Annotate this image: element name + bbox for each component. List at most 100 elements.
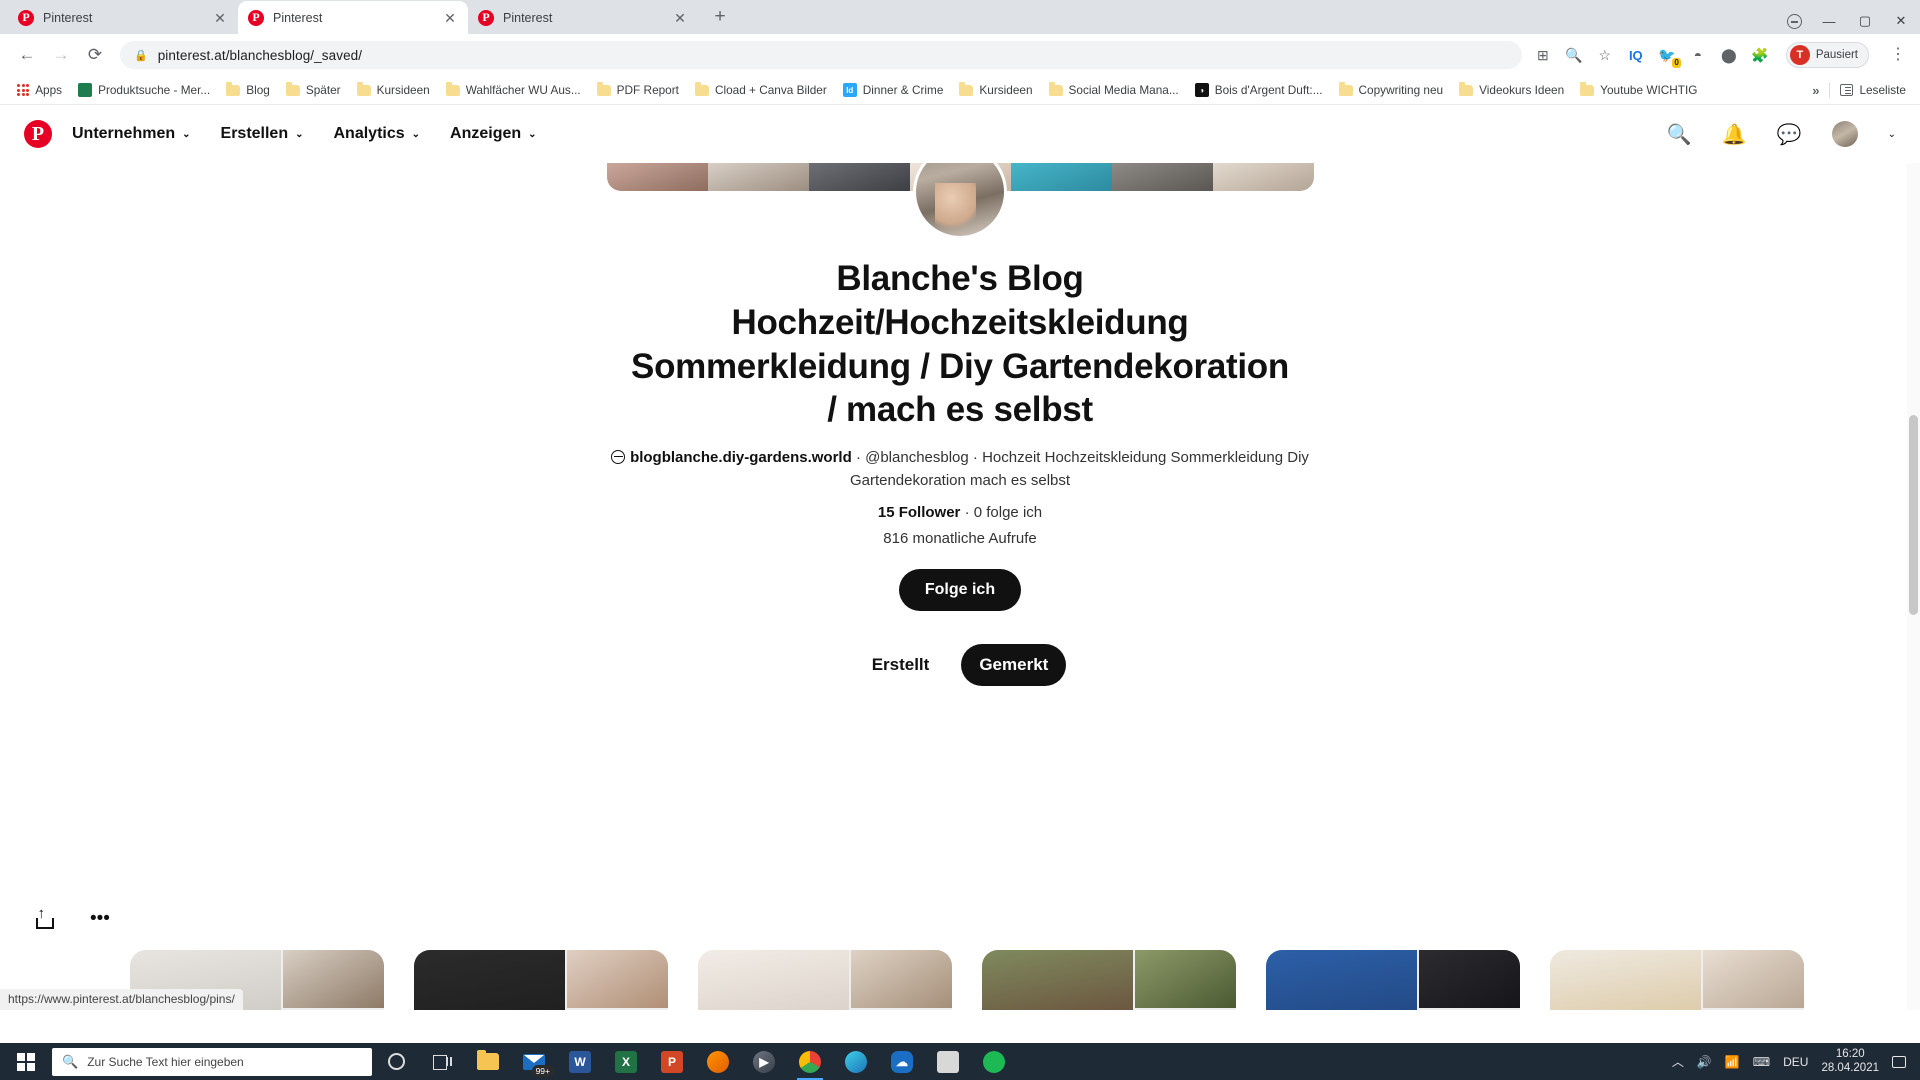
- wifi-icon[interactable]: 📶: [1725, 1055, 1740, 1069]
- puzzle-extension-icon[interactable]: 🧩: [1751, 45, 1769, 65]
- iq-extension-icon[interactable]: IQ: [1627, 45, 1645, 65]
- nav-item-anzeigen[interactable]: Anzeigen ⌄: [450, 125, 537, 143]
- browser-tab[interactable]: P Pinterest ✕: [8, 1, 238, 34]
- spotify-button[interactable]: [972, 1043, 1016, 1080]
- bookmark-item[interactable]: Wahlfächer WU Aus...: [439, 80, 588, 100]
- board-card[interactable]: Hochzeit 372 Pins: [414, 950, 668, 1010]
- bookmark-apps[interactable]: Apps: [10, 80, 69, 100]
- bookmark-item[interactable]: Blog: [219, 80, 277, 100]
- start-button[interactable]: [6, 1043, 46, 1080]
- close-icon[interactable]: ✕: [212, 11, 228, 25]
- chevron-down-icon[interactable]: ⌄: [1888, 129, 1896, 140]
- bookmark-item[interactable]: Social Media Mana...: [1042, 80, 1186, 100]
- chrome-menu-icon[interactable]: ⋮: [1890, 47, 1906, 63]
- grey-extension-icon[interactable]: ⬤: [1720, 45, 1738, 65]
- tray-chevron-icon[interactable]: ︿: [1672, 1053, 1684, 1070]
- following-count[interactable]: 0 folge ich: [974, 504, 1042, 521]
- bookmark-item[interactable]: Kursideen: [952, 80, 1039, 100]
- edge-button[interactable]: [834, 1043, 878, 1080]
- profile-website[interactable]: blogblanche.diy-gardens.world: [630, 449, 852, 466]
- more-options-icon[interactable]: •••: [90, 908, 110, 930]
- bell-icon[interactable]: 🔔: [1722, 122, 1747, 147]
- new-tab-button[interactable]: +: [706, 6, 734, 28]
- bookmark-item[interactable]: Copywriting neu: [1332, 80, 1451, 100]
- nav-item-unternehmen[interactable]: Unternehmen ⌄: [72, 125, 191, 143]
- board-card[interactable]: mach es selbst 353 Pins: [1550, 950, 1804, 1010]
- bird-extension-icon[interactable]: 🐦: [1658, 45, 1681, 68]
- minimize-button[interactable]: —: [1820, 14, 1838, 29]
- nav-item-erstellen[interactable]: Erstellen ⌄: [221, 125, 304, 143]
- folder-icon: [1580, 82, 1595, 96]
- profile-stats: 15 Follower · 0 folge ich: [0, 504, 1920, 521]
- folder-icon: [596, 82, 611, 96]
- browser-tab-active[interactable]: P Pinterest ✕: [238, 1, 468, 34]
- bookmark-label: Später: [305, 83, 341, 97]
- nav-item-analytics[interactable]: Analytics ⌄: [334, 125, 421, 143]
- volume-icon[interactable]: 🔊: [1697, 1055, 1712, 1069]
- extension-icon[interactable]: [1787, 13, 1802, 29]
- powerpoint-button[interactable]: P: [650, 1043, 694, 1080]
- share-icon[interactable]: [34, 905, 54, 929]
- search-input[interactable]: 🔍 Zur Suche Text hier eingeben: [52, 1047, 372, 1076]
- close-icon[interactable]: ✕: [442, 11, 458, 25]
- chrome-button[interactable]: [788, 1043, 832, 1080]
- mediaplayer-button[interactable]: ▶: [742, 1043, 786, 1080]
- forward-button[interactable]: →: [46, 40, 76, 70]
- folder-icon: [445, 82, 460, 96]
- reload-button[interactable]: ⟳: [80, 40, 110, 70]
- board-card[interactable]: Diy Gartendekoration 34 Pins: [982, 950, 1236, 1010]
- bookmark-item[interactable]: Produktsuche - Mer...: [71, 80, 217, 100]
- dior-icon: ◑: [1194, 83, 1209, 97]
- task-view-button[interactable]: [420, 1043, 464, 1080]
- reading-list-button[interactable]: Leseliste: [1840, 83, 1906, 97]
- follow-button[interactable]: Folge ich: [898, 568, 1022, 611]
- maximize-button[interactable]: ▢: [1856, 13, 1874, 29]
- clock-date: 28.04.2021: [1821, 1061, 1879, 1074]
- board-card[interactable]: Hochzeitskleidung 350 Pins: [1266, 950, 1520, 1010]
- word-button[interactable]: W: [558, 1043, 602, 1080]
- bookmarks-overflow-icon[interactable]: »: [1812, 83, 1819, 98]
- messages-icon[interactable]: 💬: [1777, 122, 1802, 147]
- photos-button[interactable]: [926, 1043, 970, 1080]
- pinterest-logo-icon[interactable]: P: [24, 120, 52, 148]
- close-button[interactable]: ✕: [1892, 13, 1910, 29]
- folder-icon: [1048, 82, 1063, 96]
- zoom-icon[interactable]: 🔍: [1565, 45, 1583, 65]
- onedrive-button[interactable]: ☁: [880, 1043, 924, 1080]
- scrollbar-thumb[interactable]: [1909, 415, 1918, 615]
- bookmark-item[interactable]: ◑ Bois d'Argent Duft:...: [1188, 80, 1330, 100]
- bookmark-item[interactable]: Youtube WICHTIG: [1573, 80, 1704, 100]
- bookmark-item[interactable]: Cload + Canva Bilder: [688, 80, 834, 100]
- bookmark-item[interactable]: Später: [279, 80, 348, 100]
- back-button[interactable]: ←: [12, 40, 42, 70]
- avatar[interactable]: [1831, 121, 1858, 147]
- tab-erstellt[interactable]: Erstellt: [854, 644, 948, 686]
- notification-icon[interactable]: [1892, 1055, 1906, 1068]
- tab-title: Pinterest: [273, 10, 323, 25]
- mail-button[interactable]: 99+: [512, 1043, 556, 1080]
- address-bar[interactable]: 🔒 pinterest.at/blanchesblog/_saved/: [120, 41, 1522, 69]
- scrollbar-track[interactable]: [1907, 105, 1920, 1010]
- bookmark-item[interactable]: PDF Report: [590, 80, 686, 100]
- bookmark-item[interactable]: Videokurs Ideen: [1452, 80, 1571, 100]
- board-cover: [698, 950, 952, 1010]
- install-icon[interactable]: ⊞: [1534, 45, 1552, 65]
- browser-tab[interactable]: P Pinterest ✕: [468, 1, 698, 34]
- bookmark-star-icon[interactable]: ☆: [1596, 45, 1614, 65]
- tab-gemerkt[interactable]: Gemerkt: [961, 643, 1067, 686]
- board-card[interactable]: Sommerkleidung 334 Pins: [698, 950, 952, 1010]
- ads-extension-icon[interactable]: ◓: [1689, 45, 1707, 65]
- close-icon[interactable]: ✕: [672, 11, 688, 25]
- follower-count[interactable]: 15 Follower: [878, 504, 961, 521]
- keyboard-icon[interactable]: ⌨: [1753, 1055, 1770, 1069]
- firefox-button[interactable]: [696, 1043, 740, 1080]
- bookmark-item[interactable]: Id Dinner & Crime: [836, 80, 951, 100]
- excel-button[interactable]: X: [604, 1043, 648, 1080]
- search-icon[interactable]: 🔍: [1667, 122, 1692, 147]
- bookmark-item[interactable]: Kursideen: [350, 80, 437, 100]
- language-indicator[interactable]: DEU: [1783, 1055, 1808, 1069]
- profile-button[interactable]: T Pausiert: [1785, 42, 1869, 68]
- clock[interactable]: 16:20 28.04.2021: [1821, 1048, 1879, 1075]
- file-explorer-button[interactable]: [466, 1043, 510, 1080]
- cortana-button[interactable]: [374, 1043, 418, 1080]
